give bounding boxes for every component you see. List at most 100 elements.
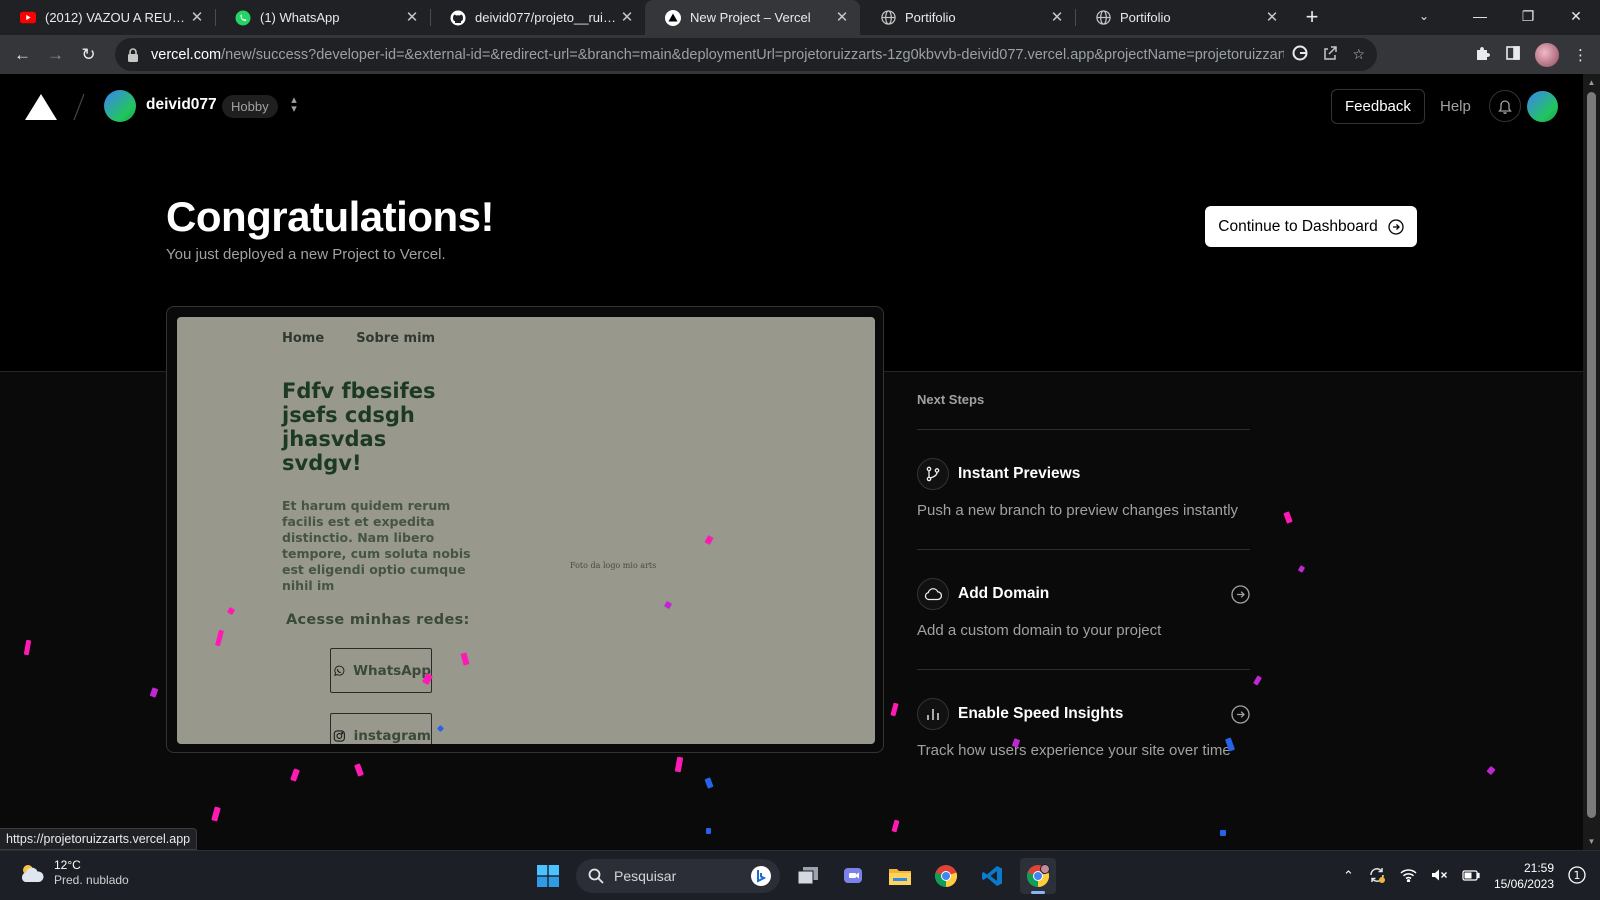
arrow-circle-right-icon bbox=[1388, 218, 1404, 235]
team-avatar[interactable] bbox=[104, 90, 136, 122]
tab-whatsapp[interactable]: (1) WhatsApp ✕ bbox=[215, 0, 430, 35]
taskbar-search[interactable]: Pesquisar bbox=[576, 859, 780, 893]
wifi-icon[interactable] bbox=[1400, 868, 1417, 885]
arrow-circle-right-icon[interactable] bbox=[1231, 705, 1250, 724]
tab-title: New Project – Vercel bbox=[690, 10, 811, 25]
restore-icon[interactable]: ❐ bbox=[1504, 0, 1552, 35]
tab-search-chevron-icon[interactable]: ⌄ bbox=[1408, 0, 1440, 35]
task-view-icon[interactable] bbox=[790, 858, 826, 894]
chevron-up-icon[interactable]: ⌃ bbox=[1343, 868, 1354, 884]
reload-icon[interactable]: ↻ bbox=[72, 38, 105, 71]
windows-start-icon[interactable] bbox=[530, 858, 566, 894]
lock-icon[interactable] bbox=[127, 47, 141, 62]
tab-github[interactable]: deivid077/projeto__ruizz__a ✕ bbox=[430, 0, 645, 35]
cloud-icon bbox=[917, 578, 949, 610]
bookmark-star-icon[interactable]: ☆ bbox=[1352, 46, 1365, 63]
close-tab-icon[interactable]: ✕ bbox=[189, 9, 205, 26]
tab-title: Portifolio bbox=[905, 10, 956, 25]
address-bar[interactable]: vercel.com/new/success?developer-id=&ext… bbox=[115, 38, 1377, 71]
close-window-icon[interactable]: ✕ bbox=[1552, 0, 1600, 35]
arrow-circle-right-icon[interactable] bbox=[1231, 585, 1250, 604]
close-tab-icon[interactable]: ✕ bbox=[404, 9, 420, 26]
preview-paragraph: Et harum quidem rerum facilis est et exp… bbox=[282, 498, 471, 593]
side-panel-icon[interactable] bbox=[1505, 45, 1521, 65]
tab-portifolio-2[interactable]: Portifolio ✕ bbox=[1075, 0, 1290, 35]
search-icon bbox=[588, 868, 604, 884]
back-arrow-icon[interactable]: ← bbox=[6, 38, 39, 71]
whatsapp-icon bbox=[334, 665, 345, 676]
close-tab-icon[interactable]: ✕ bbox=[619, 9, 635, 26]
tab-youtube[interactable]: (2012) VAZOU A REUNIÃO DE ✕ bbox=[0, 0, 215, 35]
notification-bell-icon[interactable] bbox=[1489, 90, 1521, 122]
preview-nav-home: Home bbox=[282, 331, 325, 346]
bar-chart-icon bbox=[917, 698, 949, 730]
team-switcher-icon[interactable]: ▴ ▾ bbox=[288, 95, 300, 115]
slash-divider bbox=[73, 93, 85, 121]
dashboard-button-label: Continue to Dashboard bbox=[1218, 217, 1378, 235]
preview-whatsapp-label: WhatsApp bbox=[353, 662, 431, 679]
close-tab-icon[interactable]: ✕ bbox=[1264, 9, 1280, 26]
deployment-preview-card[interactable]: Home Sobre mim Fdfv fbesifes jsefs cdsgh… bbox=[166, 306, 884, 753]
share-icon[interactable] bbox=[1322, 45, 1338, 64]
preview-nav: Home Sobre mim bbox=[282, 331, 435, 346]
help-link[interactable]: Help bbox=[1440, 98, 1471, 115]
scrollbar-thumb[interactable] bbox=[1587, 92, 1596, 818]
forward-arrow-icon[interactable]: → bbox=[39, 38, 72, 71]
tab-title: (1) WhatsApp bbox=[260, 10, 340, 25]
notification-badge-icon[interactable]: 1 bbox=[1568, 865, 1586, 887]
file-explorer-icon[interactable] bbox=[882, 858, 918, 894]
vercel-page: deivid077 Hobby ▴ ▾ Feedback Help Congrat… bbox=[0, 74, 1583, 850]
step-description: Track how users experience your site ove… bbox=[917, 742, 1231, 759]
preview-instagram-button: instagram bbox=[330, 713, 432, 744]
volume-muted-icon[interactable] bbox=[1431, 868, 1448, 885]
close-tab-icon[interactable]: ✕ bbox=[1049, 9, 1065, 26]
whatsapp-icon bbox=[235, 10, 251, 26]
continue-to-dashboard-button[interactable]: Continue to Dashboard bbox=[1205, 206, 1417, 247]
deployment-preview-screenshot[interactable]: Home Sobre mim Fdfv fbesifes jsefs cdsgh… bbox=[177, 317, 875, 744]
divider bbox=[917, 669, 1250, 670]
scroll-up-icon[interactable]: ▲ bbox=[1583, 78, 1600, 87]
user-avatar[interactable] bbox=[1527, 91, 1558, 122]
github-icon bbox=[450, 10, 466, 26]
preview-socials-heading: Acesse minhas redes: bbox=[286, 612, 470, 628]
battery-icon[interactable] bbox=[1462, 869, 1480, 884]
feedback-button[interactable]: Feedback bbox=[1331, 89, 1425, 124]
plan-badge: Hobby bbox=[222, 95, 278, 118]
close-tab-icon[interactable]: ✕ bbox=[834, 9, 850, 26]
profile-avatar[interactable] bbox=[1535, 42, 1559, 67]
browser-toolbar: ← → ↻ vercel.com/new/success?developer-i… bbox=[0, 35, 1600, 74]
preview-instagram-label: instagram bbox=[353, 727, 431, 744]
new-tab-button[interactable]: + bbox=[1296, 0, 1328, 35]
team-name[interactable]: deivid077 bbox=[146, 96, 217, 114]
url-path: /new/success?developer-id=&external-id=&… bbox=[221, 46, 1285, 63]
chrome-active-icon[interactable] bbox=[1020, 858, 1056, 894]
sync-icon[interactable] bbox=[1368, 866, 1386, 887]
git-branch-icon bbox=[917, 458, 949, 490]
tab-vercel[interactable]: New Project – Vercel ✕ bbox=[645, 0, 860, 35]
tab-portifolio[interactable]: Portifolio ✕ bbox=[860, 0, 1075, 35]
extensions-puzzle-icon[interactable] bbox=[1475, 45, 1491, 65]
system-clock[interactable]: 21:59 15/06/2023 bbox=[1494, 860, 1554, 892]
scroll-down-icon[interactable]: ▼ bbox=[1583, 837, 1600, 846]
weather-widget[interactable]: 12°C Pred. nublado bbox=[18, 858, 129, 888]
step-title: Add Domain bbox=[958, 585, 1050, 602]
preview-broken-image: Foto da logo mio arts bbox=[570, 561, 657, 570]
vscode-icon[interactable] bbox=[974, 858, 1010, 894]
chrome-icon[interactable] bbox=[928, 858, 964, 894]
preview-nav-sobre-mim: Sobre mim bbox=[356, 331, 436, 346]
step-title: Enable Speed Insights bbox=[958, 705, 1124, 722]
divider bbox=[917, 429, 1250, 430]
page-scrollbar[interactable]: ▲ ▼ bbox=[1583, 74, 1600, 850]
youtube-icon bbox=[20, 10, 36, 26]
url-text[interactable]: vercel.com/new/success?developer-id=&ext… bbox=[151, 47, 1284, 63]
vercel-logo-icon[interactable] bbox=[25, 94, 57, 120]
google-lens-icon[interactable] bbox=[1292, 45, 1308, 64]
next-step-speed-insights[interactable]: Enable Speed Insights Track how users ex… bbox=[917, 698, 1250, 759]
teams-chat-icon[interactable] bbox=[836, 858, 872, 894]
vercel-header: deivid077 Hobby ▴ ▾ Feedback Help bbox=[0, 74, 1583, 138]
minimize-icon[interactable]: — bbox=[1456, 0, 1504, 35]
next-step-add-domain[interactable]: Add Domain Add a custom domain to your p… bbox=[917, 578, 1250, 639]
kebab-menu-icon[interactable]: ⋮ bbox=[1573, 46, 1588, 64]
page-title: Congratulations! bbox=[166, 193, 494, 240]
weather-temp: 12°C bbox=[54, 858, 81, 872]
